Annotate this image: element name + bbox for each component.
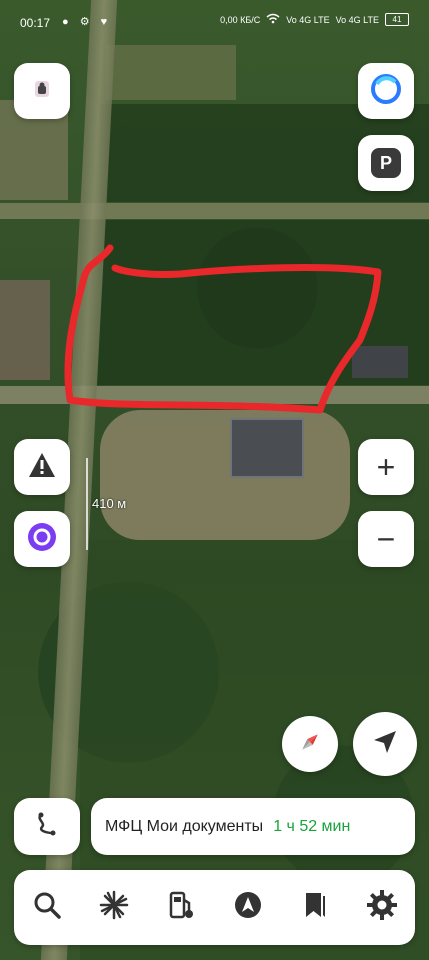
profile-icon xyxy=(30,77,54,106)
route-destination: МФЦ Мои документы xyxy=(105,817,264,835)
wifi-icon xyxy=(266,13,280,26)
route-overview-button[interactable] xyxy=(14,798,80,855)
zoom-out-button[interactable]: − xyxy=(358,511,414,567)
map-scale-bar xyxy=(86,458,88,550)
road-alert-button[interactable] xyxy=(14,439,70,495)
navigator-icon xyxy=(233,890,263,925)
discover-icon xyxy=(98,889,130,926)
compass-icon xyxy=(297,729,323,760)
alice-assistant-button[interactable] xyxy=(14,511,70,567)
my-location-button[interactable] xyxy=(353,712,417,776)
warning-icon xyxy=(27,451,57,484)
tab-search[interactable] xyxy=(27,888,67,928)
tab-navigator[interactable] xyxy=(228,888,268,928)
sim2-signal: Vo 4G LTE xyxy=(335,14,379,25)
alice-icon xyxy=(26,521,58,558)
map-scale-label: 410 м xyxy=(92,496,127,511)
battery-icon: 41 xyxy=(385,13,409,26)
alice-button[interactable] xyxy=(358,63,414,119)
tab-discover[interactable] xyxy=(94,888,134,928)
tab-settings[interactable] xyxy=(362,888,402,928)
route-card[interactable]: МФЦ Мои документы 1 ч 52 мин xyxy=(91,798,415,855)
bookmarks-icon xyxy=(301,890,329,925)
profile-button[interactable] xyxy=(14,63,70,119)
status-time: 00:17 xyxy=(20,16,51,30)
status-bar: 00:17 ● ⚙ ♥ 0,00 КБ/С Vo 4G LTE Vo 4G LT… xyxy=(0,0,429,44)
zoom-in-button[interactable]: + xyxy=(358,439,414,495)
bottom-tab-bar xyxy=(14,870,415,945)
parking-button[interactable]: P xyxy=(358,135,414,191)
sim1-signal: Vo 4G LTE xyxy=(286,14,330,25)
tab-bookmarks[interactable] xyxy=(295,888,335,928)
location-arrow-icon xyxy=(372,729,398,760)
route-icon xyxy=(34,811,60,842)
parking-icon: P xyxy=(371,148,401,178)
route-duration: 1 ч 52 мин xyxy=(273,817,351,835)
net-speed: 0,00 КБ/С xyxy=(220,14,261,25)
search-icon xyxy=(32,890,62,925)
fuel-icon xyxy=(166,890,196,925)
gear-icon xyxy=(366,889,398,926)
compass-button[interactable] xyxy=(282,716,338,772)
alice-icon xyxy=(369,72,403,111)
tab-fuel[interactable] xyxy=(161,888,201,928)
status-notification-icons: ● ⚙ ♥ xyxy=(62,16,112,28)
